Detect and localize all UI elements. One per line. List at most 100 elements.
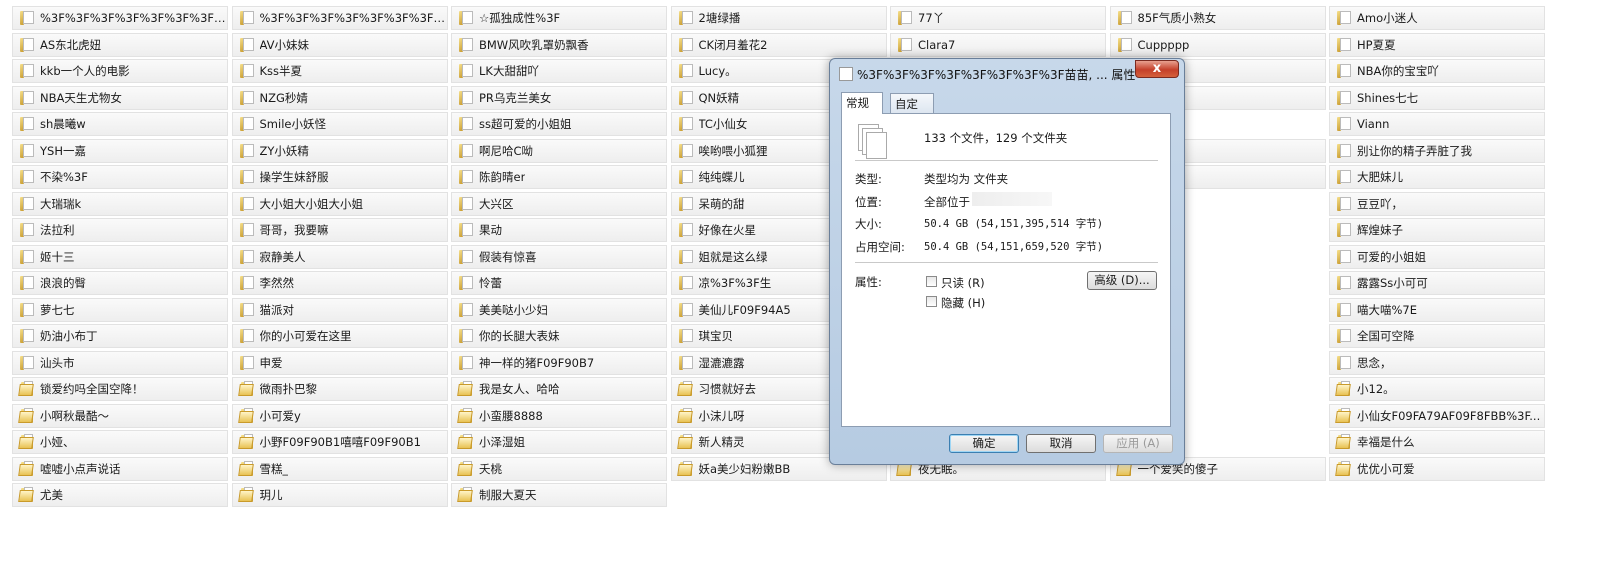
folder-icon (896, 37, 913, 53)
folder-item[interactable]: ☆孤独成性%3F (451, 6, 667, 30)
folder-item[interactable]: 夭桃 (451, 456, 667, 481)
readonly-checkbox[interactable] (926, 276, 937, 287)
folder-item[interactable]: YSH一嘉 (12, 138, 228, 163)
folder-item[interactable]: LK大甜甜吖 (451, 59, 667, 83)
apply-button[interactable]: 应用 (A) (1103, 434, 1173, 453)
folder-item[interactable]: 汕头市 (12, 350, 228, 375)
folder-item[interactable]: 露露Ss小可可 (1329, 271, 1545, 295)
folder-item[interactable]: 可爱的小姐姐 (1329, 244, 1545, 269)
folder-icon (676, 407, 694, 424)
folder-item[interactable]: 2塘绿播 (670, 6, 887, 30)
folder-item[interactable]: Clara7 (890, 32, 1106, 57)
folder-item[interactable]: PR乌克兰美女 (451, 85, 667, 110)
folder-item[interactable]: 大肥妹儿 (1329, 165, 1545, 189)
folder-item[interactable]: 制服大夏天 (451, 483, 667, 507)
folder-item[interactable]: 啊尼哈C呦 (451, 138, 667, 163)
dialog-title-bar[interactable]: %3F%3F%3F%3F%3F%3F%3F%3F苗苗, ... 属性 x (830, 59, 1184, 87)
ok-button[interactable]: 确定 (949, 434, 1019, 453)
folder-item[interactable]: 萝七七 (12, 297, 228, 322)
folder-item[interactable]: Viann (1329, 112, 1545, 136)
hidden-label[interactable]: 隐藏 (H) (941, 295, 985, 311)
folder-item[interactable]: 李然然 (231, 271, 448, 295)
folder-item[interactable]: NZG秒婧 (231, 85, 448, 110)
folder-item[interactable]: 你的长腿大表妹 (451, 324, 667, 348)
folder-item[interactable]: 优优小可爱 (1329, 456, 1545, 481)
folder-item[interactable]: Kss半夏 (231, 59, 448, 83)
folder-icon (896, 10, 913, 26)
folder-item[interactable]: 奶油小布丁 (12, 324, 228, 348)
folder-item[interactable]: 小可爱y (231, 403, 448, 428)
folder-item[interactable]: 神一样的猪F09F90B7 (451, 350, 667, 375)
folder-item[interactable]: 大小姐大小姐大小姐 (231, 191, 448, 216)
folder-item[interactable]: 陈韵晴er (451, 165, 667, 189)
folder-item[interactable]: 小啊秋最酷～ (12, 403, 228, 428)
folder-item[interactable]: 哥哥，我要嘛 (231, 218, 448, 242)
folder-item[interactable]: CK闭月羞花2 (670, 32, 887, 57)
folder-item[interactable]: HP夏夏 (1329, 32, 1545, 57)
folder-item[interactable]: 幸福是什么 (1329, 430, 1545, 454)
folder-item[interactable]: 小仙女F09FA79AF09F8FBB%3F... (1329, 403, 1545, 428)
folder-item[interactable]: ZY小妖精 (231, 138, 448, 163)
folder-item[interactable]: 雪糕_ (231, 456, 448, 481)
folder-item[interactable]: 小蛮腰8888 (451, 403, 667, 428)
folder-item[interactable]: 姬十三 (12, 244, 228, 269)
folder-item[interactable]: 85F气质小熟女 (1109, 6, 1326, 30)
folder-item[interactable]: 寂静美人 (231, 244, 448, 269)
folder-item[interactable]: 尤美 (12, 483, 228, 507)
folder-item[interactable]: AV小妹妹 (231, 32, 448, 57)
folder-item[interactable]: 我是女人、哈哈 (451, 377, 667, 401)
folder-item[interactable]: 小娅、 (12, 430, 228, 454)
folder-item[interactable]: 77丫 (890, 6, 1106, 30)
folder-item[interactable]: 怜蕾 (451, 271, 667, 295)
folder-item[interactable]: %3F%3F%3F%3F%3F%3F%3F迪... (231, 6, 448, 30)
folder-name: Smile小妖怪 (259, 117, 326, 131)
hidden-checkbox[interactable] (926, 296, 937, 307)
folder-item[interactable]: ss超可爱的小姐姐 (451, 112, 667, 136)
folder-item[interactable]: 锁爱约吗全国空降！ (12, 377, 228, 401)
tab-general[interactable]: 常规 (841, 92, 883, 114)
folder-item[interactable]: NBA你的宝宝吖 (1329, 59, 1545, 83)
folder-item[interactable]: 假装有惊喜 (451, 244, 667, 269)
folder-item[interactable]: 果动 (451, 218, 667, 242)
folder-item[interactable]: 嘘嘘小点声说话 (12, 456, 228, 481)
folder-item[interactable]: 猫派对 (231, 297, 448, 322)
folder-item[interactable]: Shines七七 (1329, 85, 1545, 110)
folder-item[interactable]: 申爱 (231, 350, 448, 375)
folder-item[interactable]: 大瑞瑞k (12, 191, 228, 216)
folder-item[interactable]: 操学生妹舒服 (231, 165, 448, 189)
folder-item[interactable]: 不染%3F (12, 165, 228, 189)
advanced-button[interactable]: 高级 (D)... (1087, 271, 1157, 290)
folder-item[interactable]: 法拉利 (12, 218, 228, 242)
folder-item[interactable]: 浪浪的臀 (12, 271, 228, 295)
folder-item[interactable]: 微雨扑巴黎 (231, 377, 448, 401)
folder-item[interactable]: AS东北虎妞 (12, 32, 228, 57)
folder-item[interactable]: %3F%3F%3F%3F%3F%3F%3F%3... (12, 6, 228, 30)
folder-item[interactable]: 玥儿 (231, 483, 448, 507)
tab-custom[interactable]: 自定义 (890, 93, 934, 127)
folder-item[interactable]: sh晨曦w (12, 112, 228, 136)
folder-item[interactable]: Cuppppp (1109, 32, 1326, 57)
folder-item[interactable]: 喵大喵%7E (1329, 297, 1545, 322)
folder-item[interactable]: 大兴区 (451, 191, 667, 216)
folder-item[interactable]: NBA天生尤物女 (12, 85, 228, 110)
cancel-button[interactable]: 取消 (1026, 434, 1096, 453)
folder-item[interactable]: 小泽湿姐 (451, 430, 667, 454)
folder-name: 小啊秋最酷～ (40, 408, 109, 423)
folder-item[interactable]: 别让你的精子弄脏了我 (1329, 138, 1545, 163)
folder-item[interactable]: kkb一个人的电影 (12, 59, 228, 83)
folder-item[interactable]: 美美哒小少妇 (451, 297, 667, 322)
folder-name: 法拉利 (40, 223, 75, 237)
folder-item[interactable]: 全国可空降 (1329, 324, 1545, 348)
folder-item[interactable]: 小野F09F90B1嘻嘻F09F90B1 (231, 430, 448, 454)
folder-item[interactable]: Smile小妖怪 (231, 112, 448, 136)
folder-name: 美美哒小少妇 (479, 302, 548, 317)
folder-item[interactable]: Amo小迷人 (1329, 6, 1545, 30)
folder-item[interactable]: 思念， (1329, 350, 1545, 375)
folder-item[interactable]: BMW风吹乳罩奶飘香 (451, 32, 667, 57)
close-button[interactable]: x (1135, 60, 1179, 78)
folder-item[interactable]: 豆豆吖， (1329, 191, 1545, 216)
folder-item[interactable]: 你的小可爱在这里 (231, 324, 448, 348)
readonly-label[interactable]: 只读 (R) (941, 275, 985, 291)
folder-item[interactable]: 辉煌妹子 (1329, 218, 1545, 242)
folder-item[interactable]: 小12。 (1329, 377, 1545, 401)
